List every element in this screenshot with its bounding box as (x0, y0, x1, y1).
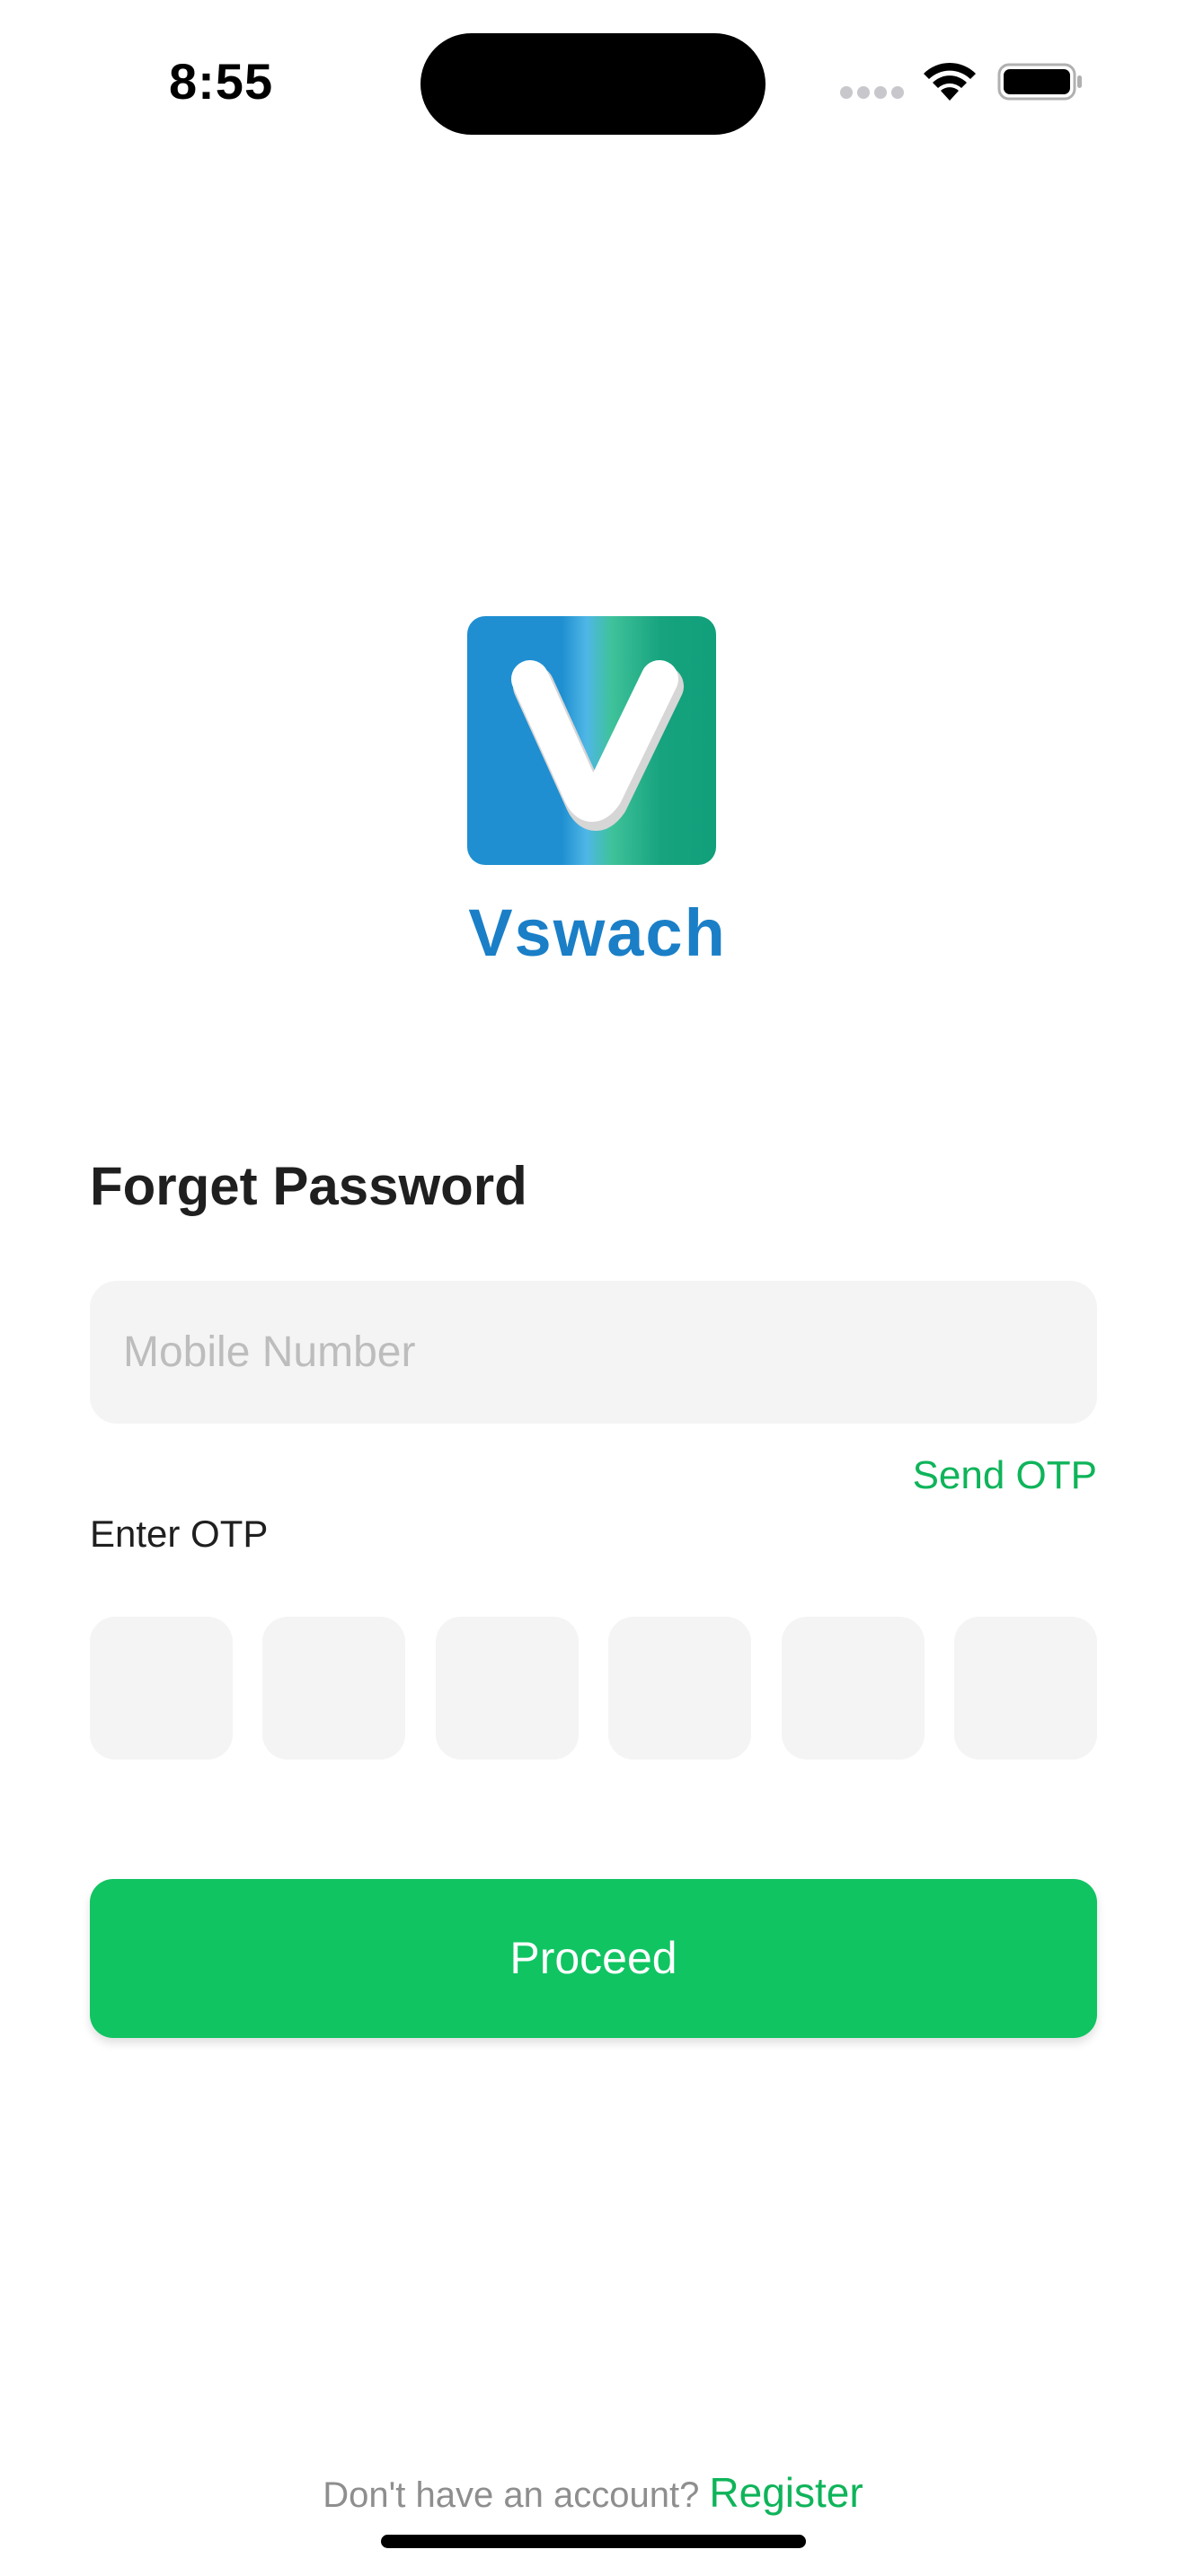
v-mark-icon (511, 660, 684, 831)
page-title: Forget Password (90, 1156, 527, 1216)
forgot-password-screen: 8:55 Vswach Forget Password Send OTP Ent… (0, 0, 1186, 2576)
mobile-number-input[interactable] (90, 1281, 1097, 1424)
status-time: 8:55 (169, 53, 274, 110)
send-otp-link[interactable]: Send OTP (913, 1453, 1097, 1498)
register-prompt-text: Don't have an account? (323, 2475, 710, 2515)
otp-digit-input[interactable] (608, 1617, 751, 1760)
home-indicator[interactable] (381, 2535, 806, 2548)
proceed-button[interactable]: Proceed (90, 1879, 1097, 2038)
otp-digit-input[interactable] (782, 1617, 925, 1760)
otp-digit-input[interactable] (262, 1617, 405, 1760)
dynamic-island (420, 33, 766, 135)
battery-icon (997, 63, 1082, 101)
otp-digit-input[interactable] (90, 1617, 233, 1760)
otp-digit-input[interactable] (954, 1617, 1097, 1760)
register-link[interactable]: Register (709, 2469, 863, 2516)
otp-digit-input[interactable] (436, 1617, 579, 1760)
signal-icon (840, 86, 905, 101)
vswach-logo (467, 616, 716, 865)
wifi-icon (924, 62, 976, 101)
register-prompt: Don't have an account? Register (0, 2468, 1186, 2517)
brand-name: Vswach (468, 895, 727, 970)
otp-label: Enter OTP (90, 1513, 269, 1555)
